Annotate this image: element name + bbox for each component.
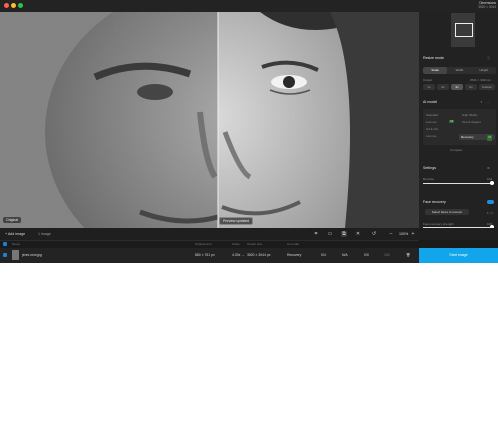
side-by-side-icon[interactable]: ⧉: [341, 231, 347, 237]
file-scale: 4.00x: [232, 253, 241, 257]
image-count: 1 image: [38, 232, 51, 236]
model-version-badge: V2: [449, 120, 455, 123]
title-bar: [0, 0, 498, 12]
model-recovery[interactable]: Recovery V2: [459, 134, 495, 141]
file-thumbnail: [12, 250, 19, 260]
recovery-version-badge: V2: [487, 135, 493, 141]
model-art-cg[interactable]: Art & CG: [426, 127, 438, 131]
denoise-label: Denoise: [423, 177, 435, 181]
minimize-window-button[interactable]: [11, 3, 16, 8]
cell-col-3: 0/0: [364, 253, 369, 257]
row-checkbox[interactable]: [3, 253, 7, 257]
model-low-res-2[interactable]: Low res: [426, 134, 437, 138]
zoom-level[interactable]: 100%: [399, 232, 408, 236]
original-label: Original: [3, 217, 22, 223]
overlay-icon[interactable]: ✕: [355, 231, 361, 237]
faces-count: 1 / 1: [487, 211, 493, 215]
scale-1x[interactable]: 1x: [423, 84, 435, 90]
col-output-size[interactable]: Output size: [247, 242, 262, 246]
compare-link[interactable]: Compare: [450, 148, 462, 152]
crop-icon[interactable]: ⌗: [313, 231, 319, 237]
sparkle-icon[interactable]: ✦: [480, 100, 483, 104]
app-window: Dimensions 3520 × 3044 Original Preview …: [0, 0, 498, 263]
file-output-size: 3520 × 3044 px: [247, 253, 271, 257]
cell-col-2: N/A: [342, 253, 348, 257]
zoom-in-icon[interactable]: +: [410, 231, 416, 237]
undo-icon[interactable]: ↺: [371, 231, 377, 237]
face-recovery-label: Face recovery: [423, 200, 446, 204]
face-strength-label: Face recovery strength: [423, 222, 454, 226]
file-name: jenni-new.jpg: [22, 253, 42, 257]
file-model: Recovery: [287, 253, 302, 257]
output-size-value: 3520 × 3044 px: [470, 78, 491, 82]
dimensions-readout: Dimensions 3520 × 3044: [478, 1, 496, 9]
cell-col-4: 100: [384, 253, 390, 257]
resize-mode-tabs: Scale Width Height: [423, 67, 496, 74]
ai-model-label: AI model: [423, 100, 438, 104]
compare-split-icon[interactable]: ▭: [327, 231, 333, 237]
scale-custom[interactable]: Custom: [479, 84, 495, 90]
more-icon[interactable]: ⋯: [487, 100, 490, 104]
start-image-button[interactable]: Start image: [419, 248, 498, 263]
photo-render: [0, 12, 419, 228]
settings-gear-icon[interactable]: ⚙: [487, 166, 490, 170]
model-standard[interactable]: Standard: [426, 113, 438, 117]
image-compare-viewer[interactable]: [0, 12, 419, 228]
face-recovery-toggle[interactable]: [487, 200, 494, 204]
trash-icon[interactable]: 🗑: [406, 253, 410, 257]
resize-mode-label: Resize mode: [423, 56, 444, 60]
recovery-label: Recovery: [461, 135, 474, 139]
model-low-res[interactable]: Low res: [426, 120, 437, 124]
viewport-box[interactable]: [455, 23, 473, 37]
scale-arrow: →: [241, 253, 245, 257]
add-image-button[interactable]: + Add image: [5, 232, 25, 236]
toolbar-right-strip: [419, 228, 498, 240]
scale-6x[interactable]: 6x: [465, 84, 477, 90]
zoom-out-icon[interactable]: –: [388, 231, 394, 237]
col-name[interactable]: Name: [12, 242, 20, 246]
scale-4x[interactable]: 4x: [451, 84, 463, 90]
col-ai-model[interactable]: AI model: [287, 242, 299, 246]
scale-2x[interactable]: 2x: [437, 84, 449, 90]
col-original-size[interactable]: Original size: [195, 242, 212, 246]
cell-col-1: 0/4: [321, 253, 326, 257]
dimensions-value: 3520 × 3044: [478, 5, 496, 9]
tab-width[interactable]: Width: [447, 67, 471, 74]
zoom-window-button[interactable]: [18, 3, 23, 8]
add-image-label: Add image: [7, 232, 26, 236]
denoise-slider-knob[interactable]: [490, 181, 494, 185]
select-faces-button[interactable]: Select faces to recover: [425, 209, 469, 215]
preview-updated-badge: Preview updated: [219, 217, 254, 225]
tab-scale[interactable]: Scale: [423, 67, 448, 74]
settings-label: Settings: [423, 166, 436, 170]
navigator-thumbnail[interactable]: [451, 13, 475, 47]
output-label: Output: [423, 78, 433, 82]
tab-height[interactable]: Height: [472, 67, 496, 74]
col-scale[interactable]: Scale: [232, 242, 240, 246]
select-all-checkbox[interactable]: [3, 242, 7, 246]
file-original-size: 880 × 761 px: [195, 253, 215, 257]
info-icon[interactable]: ⓘ: [487, 56, 490, 60]
denoise-slider[interactable]: [423, 183, 494, 184]
close-window-button[interactable]: [4, 3, 9, 8]
model-high-fidelity[interactable]: High fidelity: [462, 113, 478, 117]
model-text-shapes[interactable]: Text & shapes: [462, 120, 481, 124]
